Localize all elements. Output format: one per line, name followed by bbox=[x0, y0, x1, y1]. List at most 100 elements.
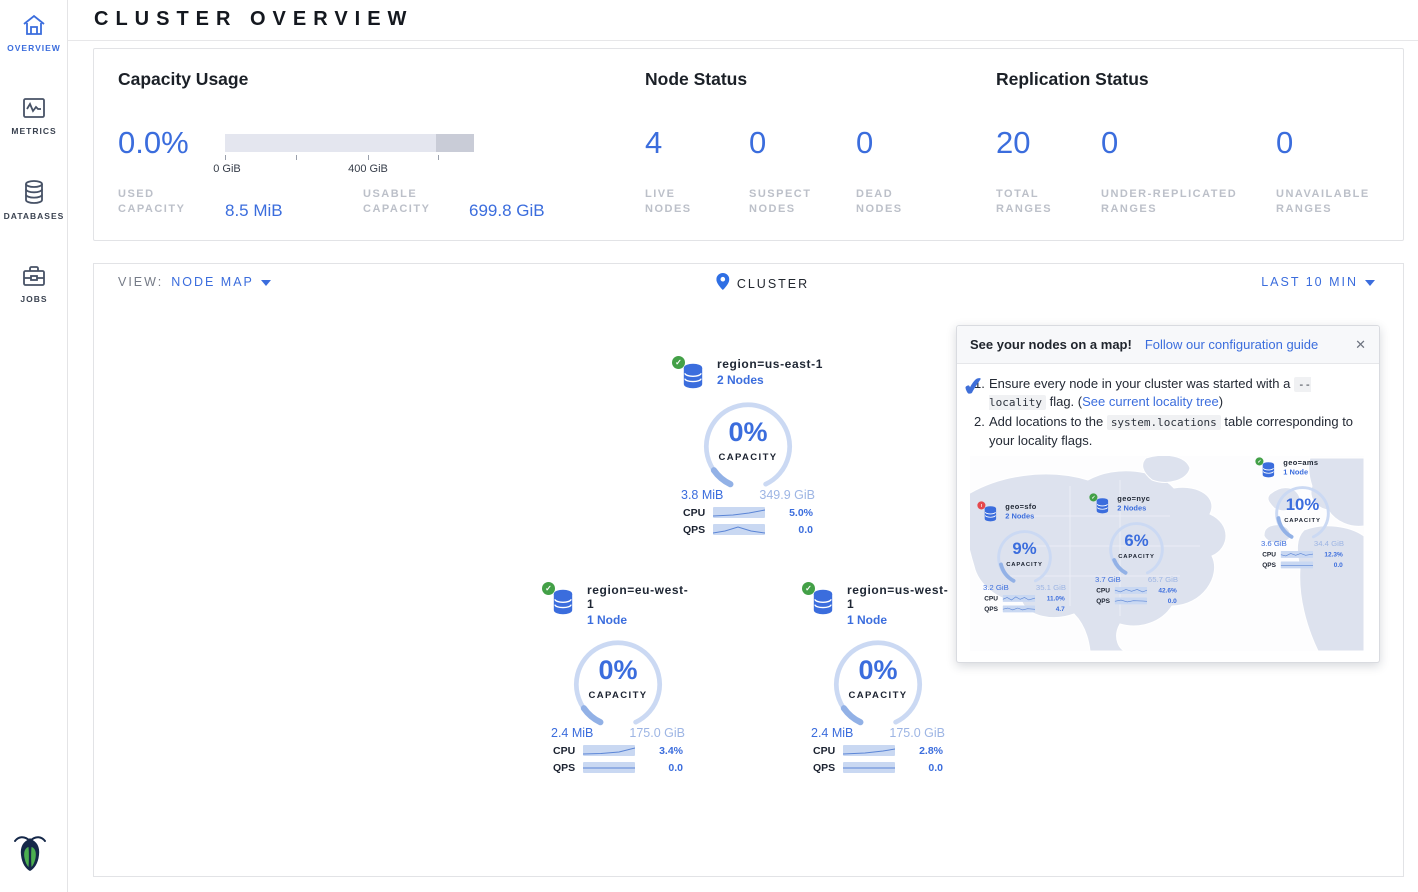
qps-sparkline bbox=[1003, 606, 1035, 613]
cpu-label: CPU bbox=[683, 507, 713, 519]
sidebar: OVERVIEW METRICS DATABASES bbox=[0, 0, 68, 892]
region-label: geo=ams bbox=[1283, 458, 1318, 467]
used-value: 2.4 MiB bbox=[811, 726, 853, 740]
health-warning-badge: ! bbox=[977, 501, 985, 509]
health-ok-badge: ✓ bbox=[542, 582, 555, 595]
capacity-percent: 0.0% bbox=[118, 125, 189, 161]
cpu-value: 2.8% bbox=[895, 745, 943, 757]
qps-value: 0.0 bbox=[635, 762, 683, 774]
used-value: 2.4 MiB bbox=[551, 726, 593, 740]
qps-sparkline bbox=[1115, 598, 1147, 605]
cpu-label: CPU bbox=[813, 745, 843, 757]
node-card-us-east-1[interactable]: ✓ region=us-east-1 2 Nodes 0% CAPACITY 3… bbox=[673, 357, 823, 536]
popup-title: See your nodes on a map! bbox=[970, 337, 1132, 352]
region-label: region=us-east-1 bbox=[717, 357, 823, 371]
qps-label: QPS bbox=[683, 524, 713, 536]
sidebar-item-metrics[interactable]: METRICS bbox=[0, 83, 68, 136]
nodes-count-link[interactable]: 1 Node bbox=[587, 613, 627, 627]
region-database-icon: ✓ bbox=[1094, 498, 1113, 515]
qps-sparkline bbox=[1281, 562, 1313, 569]
capacity-caption: CAPACITY bbox=[568, 690, 668, 701]
capacity-tick-400: 400 GiB bbox=[348, 163, 388, 175]
breadcrumb-cluster[interactable]: CLUSTER bbox=[737, 277, 809, 291]
suspect-nodes-count: 0 bbox=[749, 125, 766, 161]
briefcase-icon bbox=[0, 264, 68, 288]
under-replicated-label: UNDER-REPLICATEDRANGES bbox=[1101, 187, 1237, 217]
nodes-count-link[interactable]: 2 Nodes bbox=[717, 373, 764, 387]
sidebar-item-jobs[interactable]: JOBS bbox=[0, 251, 68, 304]
region-label: geo=nyc bbox=[1117, 494, 1150, 503]
capacity-tick-0: 0 GiB bbox=[213, 163, 241, 175]
cpu-sparkline bbox=[1115, 587, 1147, 594]
chevron-down-icon bbox=[1365, 280, 1375, 286]
capacity-percent: 0% bbox=[698, 417, 798, 448]
qps-sparkline bbox=[713, 524, 765, 535]
region-database-icon: ✓ bbox=[1260, 462, 1279, 479]
capacity-gauge: 0% CAPACITY bbox=[828, 637, 928, 721]
mini-node-card-nyc: ✓ geo=nyc 2 Nodes 6% CAPACITY bbox=[1090, 494, 1183, 605]
cpu-sparkline bbox=[843, 745, 895, 756]
region-label: region=eu-west-1 bbox=[587, 583, 693, 611]
health-ok-badge: ✓ bbox=[1089, 493, 1097, 501]
home-icon bbox=[0, 13, 68, 37]
locality-tree-link[interactable]: See current locality tree bbox=[1082, 394, 1219, 409]
view-selector[interactable]: NODE MAP bbox=[171, 275, 254, 289]
region-database-icon: ✓ bbox=[679, 363, 709, 391]
nodes-count: 1 Node bbox=[1283, 468, 1308, 477]
capacity-caption: CAPACITY bbox=[698, 452, 798, 463]
replication-status-title: Replication Status bbox=[996, 69, 1149, 90]
cpu-sparkline bbox=[713, 507, 765, 518]
dead-nodes-count: 0 bbox=[856, 125, 873, 161]
step-done-checkmark: ✔ bbox=[961, 369, 985, 406]
view-label: VIEW: bbox=[118, 275, 163, 289]
sidebar-item-overview[interactable]: OVERVIEW bbox=[0, 0, 68, 53]
region-database-icon: ✓ bbox=[549, 589, 579, 617]
qps-label: QPS bbox=[553, 762, 583, 774]
sidebar-item-databases[interactable]: DATABASES bbox=[0, 166, 68, 221]
total-ranges-count: 20 bbox=[996, 125, 1030, 161]
configuration-guide-link[interactable]: Follow our configuration guide bbox=[1145, 337, 1318, 352]
live-nodes-count: 4 bbox=[645, 125, 662, 161]
live-nodes-label: LIVENODES bbox=[645, 187, 692, 217]
region-database-icon: ! bbox=[982, 506, 1001, 523]
capacity-gauge: 9% CAPACITY bbox=[994, 528, 1056, 580]
region-database-icon: ✓ bbox=[809, 589, 839, 617]
node-status-title: Node Status bbox=[645, 69, 747, 90]
total-value: 175.0 GiB bbox=[889, 726, 945, 740]
page-title: CLUSTER OVERVIEW bbox=[94, 8, 413, 31]
total-value: 349.9 GiB bbox=[759, 488, 815, 502]
cockroachdb-logo bbox=[10, 831, 50, 878]
capacity-gauge: 0% CAPACITY bbox=[698, 399, 798, 483]
usable-capacity-label: USABLECAPACITY bbox=[363, 187, 430, 217]
qps-sparkline bbox=[583, 762, 635, 773]
total-value: 175.0 GiB bbox=[629, 726, 685, 740]
example-map-preview: ! geo=sfo 2 Nodes 9% CAPACITY bbox=[970, 456, 1364, 651]
node-card-us-west-1[interactable]: ✓ region=us-west-1 1 Node 0% CAPACITY 2.… bbox=[803, 583, 953, 774]
cpu-sparkline bbox=[1003, 595, 1035, 602]
capacity-percent: 0% bbox=[568, 655, 668, 686]
cluster-summary-panel: Capacity Usage 0.0% 0 GiB 400 GiB USEDCA… bbox=[93, 48, 1404, 241]
node-map-panel: ✓ region=us-east-1 2 Nodes 0% CAPACITY 3… bbox=[93, 300, 1404, 877]
suspect-nodes-label: SUSPECTNODES bbox=[749, 187, 811, 217]
health-ok-badge: ✓ bbox=[1255, 457, 1263, 465]
used-capacity-value: 8.5 MiB bbox=[225, 201, 283, 221]
capacity-bar-reserved bbox=[436, 134, 474, 152]
unavailable-count: 0 bbox=[1276, 125, 1293, 161]
node-card-eu-west-1[interactable]: ✓ region=eu-west-1 1 Node 0% CAPACITY 2.… bbox=[543, 583, 693, 774]
capacity-gauge: 10% CAPACITY bbox=[1272, 484, 1334, 536]
nodes-count: 2 Nodes bbox=[1117, 504, 1146, 513]
setup-step-2: 2.Add locations to the system.locations … bbox=[974, 413, 1364, 449]
time-range-selector[interactable]: LAST 10 MIN bbox=[1261, 275, 1375, 289]
capacity-bar: 0 GiB 400 GiB bbox=[225, 134, 474, 152]
health-ok-badge: ✓ bbox=[672, 356, 685, 369]
dead-nodes-label: DEADNODES bbox=[856, 187, 903, 217]
cpu-value: 3.4% bbox=[635, 745, 683, 757]
cpu-sparkline bbox=[583, 745, 635, 756]
region-label: geo=sfo bbox=[1005, 502, 1036, 511]
close-icon[interactable]: ✕ bbox=[1355, 337, 1366, 353]
chevron-down-icon[interactable] bbox=[261, 280, 271, 286]
cpu-sparkline bbox=[1281, 551, 1313, 558]
nodes-count-link[interactable]: 1 Node bbox=[847, 613, 887, 627]
used-value: 3.8 MiB bbox=[681, 488, 723, 502]
capacity-gauge: 0% CAPACITY bbox=[568, 637, 668, 721]
